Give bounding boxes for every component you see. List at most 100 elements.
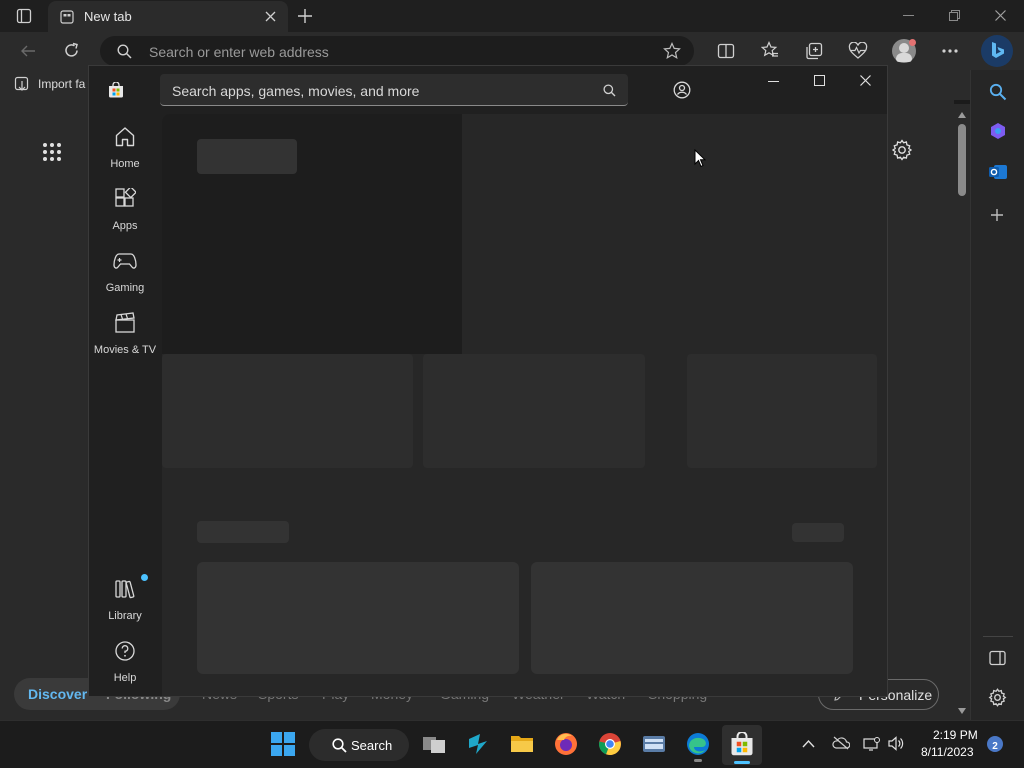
- library-icon: [114, 578, 136, 600]
- search-icon: [117, 44, 132, 59]
- store-nav-library[interactable]: Library: [89, 574, 161, 632]
- volume-icon[interactable]: [887, 736, 904, 751]
- library-update-dot: [141, 574, 148, 581]
- store-search-icon[interactable]: [603, 84, 616, 97]
- favorite-star-icon[interactable]: [663, 42, 681, 60]
- import-favorites-link[interactable]: Import fa: [38, 77, 85, 91]
- nav-label-movies-tv: Movies & TV: [93, 344, 157, 356]
- nav-label-help: Help: [113, 672, 137, 684]
- store-search-placeholder: Search apps, games, movies, and more: [172, 83, 420, 99]
- new-tab-button[interactable]: [297, 8, 313, 24]
- taskbar-search-label: Search: [351, 738, 393, 753]
- list-card-placeholder-1: [197, 562, 519, 674]
- edge-taskbar-icon[interactable]: [685, 731, 713, 762]
- store-nav-movies-tv[interactable]: Movies & TV: [89, 310, 161, 366]
- new-tab-page-icon: [60, 10, 74, 24]
- store-taskbar-icon: [730, 732, 754, 756]
- nav-label-home: Home: [110, 158, 140, 170]
- store-active-indicator: [734, 761, 750, 764]
- store-minimize-icon[interactable]: [768, 81, 779, 82]
- list-card-placeholder-2: [531, 562, 853, 674]
- apps-icon: [114, 188, 136, 210]
- profile-alert-dot: [909, 39, 916, 46]
- taskbar-search-icon: [332, 738, 347, 753]
- tab-new-tab[interactable]: New tab: [48, 1, 288, 32]
- sidebar-settings-icon[interactable]: [988, 688, 1007, 707]
- scroll-down-arrow-icon[interactable]: [958, 708, 966, 714]
- sidebar-divider: [983, 636, 1013, 637]
- account-icon[interactable]: [673, 81, 691, 99]
- more-options-icon[interactable]: [942, 49, 958, 53]
- featured-card-placeholder-3: [687, 354, 877, 468]
- store-nav-home[interactable]: Home: [89, 124, 161, 180]
- copilot-icon[interactable]: [989, 122, 1007, 140]
- app-launcher-icon[interactable]: [42, 142, 62, 162]
- notification-badge[interactable]: 2: [987, 736, 1003, 752]
- nav-label-gaming: Gaming: [105, 282, 145, 294]
- clock-time[interactable]: 2:19 PM: [933, 728, 978, 742]
- nav-label-apps: Apps: [112, 220, 138, 232]
- taskbar-search-button[interactable]: Search: [309, 729, 409, 761]
- section-title-placeholder: [197, 521, 289, 543]
- firefox-icon[interactable]: [553, 731, 581, 759]
- store-content-loading: [162, 114, 887, 696]
- clapperboard-icon: [114, 312, 136, 334]
- hero-title-placeholder: [197, 139, 297, 174]
- featured-card-placeholder-1: [162, 354, 413, 468]
- browser-tab-bar: New tab: [0, 0, 1024, 32]
- feed-tab-discover[interactable]: Discover: [28, 686, 87, 702]
- tab-title: New tab: [84, 9, 132, 24]
- file-explorer-icon[interactable]: [509, 731, 537, 759]
- collections-icon[interactable]: [805, 42, 823, 60]
- store-logo-icon: [108, 82, 124, 98]
- nav-label-library: Library: [108, 610, 142, 622]
- profile-avatar[interactable]: [892, 39, 916, 63]
- see-all-placeholder: [792, 523, 844, 542]
- store-nav-help[interactable]: Help: [89, 638, 161, 694]
- mouse-cursor: [694, 149, 706, 168]
- add-sidebar-app-icon[interactable]: [990, 208, 1004, 222]
- back-icon[interactable]: [20, 43, 36, 59]
- task-view-icon[interactable]: [421, 731, 449, 759]
- favorites-icon[interactable]: [761, 41, 779, 59]
- bing-chat-icon[interactable]: [981, 35, 1013, 67]
- show-hidden-icons-icon[interactable]: [802, 739, 815, 748]
- scroll-up-arrow-icon[interactable]: [958, 112, 966, 118]
- help-icon: [114, 640, 136, 662]
- page-settings-icon[interactable]: [891, 139, 913, 161]
- store-maximize-icon[interactable]: [814, 75, 825, 86]
- outlook-icon[interactable]: [988, 163, 1008, 181]
- minimize-browser-icon[interactable]: [903, 15, 914, 16]
- close-tab-icon[interactable]: [265, 11, 276, 22]
- tab-actions-icon[interactable]: [16, 8, 32, 24]
- address-bar[interactable]: Search or enter web address: [100, 36, 694, 66]
- featured-card-placeholder-2: [423, 354, 645, 468]
- restore-browser-icon[interactable]: [949, 10, 960, 21]
- chrome-icon[interactable]: [597, 731, 625, 759]
- split-screen-icon[interactable]: [717, 42, 735, 60]
- browser-essentials-icon[interactable]: [848, 42, 868, 60]
- close-browser-icon[interactable]: [995, 10, 1006, 21]
- widgets-icon[interactable]: [465, 731, 493, 759]
- store-nav-gaming[interactable]: Gaming: [89, 248, 161, 304]
- onedrive-icon[interactable]: [832, 736, 850, 750]
- network-icon[interactable]: [863, 736, 880, 751]
- scroll-thumb[interactable]: [958, 124, 966, 196]
- store-search-input[interactable]: Search apps, games, movies, and more: [160, 74, 628, 106]
- sidebar-search-icon[interactable]: [989, 83, 1007, 101]
- store-close-icon[interactable]: [860, 75, 871, 86]
- clock-date[interactable]: 8/11/2023: [921, 745, 974, 759]
- microsoft-store-window: Search apps, games, movies, and more Hom…: [88, 65, 888, 697]
- page-scrollbar[interactable]: [954, 104, 970, 720]
- refresh-icon[interactable]: [63, 42, 80, 59]
- edge-sidebar: [970, 70, 1024, 720]
- notification-count: 2: [992, 741, 998, 752]
- hide-sidebar-icon[interactable]: [989, 650, 1006, 666]
- gamepad-icon: [113, 252, 137, 270]
- windows-taskbar: Search 2:19 PM 8/11/2023 2: [0, 720, 1024, 768]
- store-taskbar-button[interactable]: [722, 725, 762, 765]
- import-favorites-icon: [14, 76, 31, 93]
- start-button[interactable]: [270, 731, 298, 759]
- keyboard-app-icon[interactable]: [641, 731, 669, 759]
- store-nav-apps[interactable]: Apps: [89, 186, 161, 242]
